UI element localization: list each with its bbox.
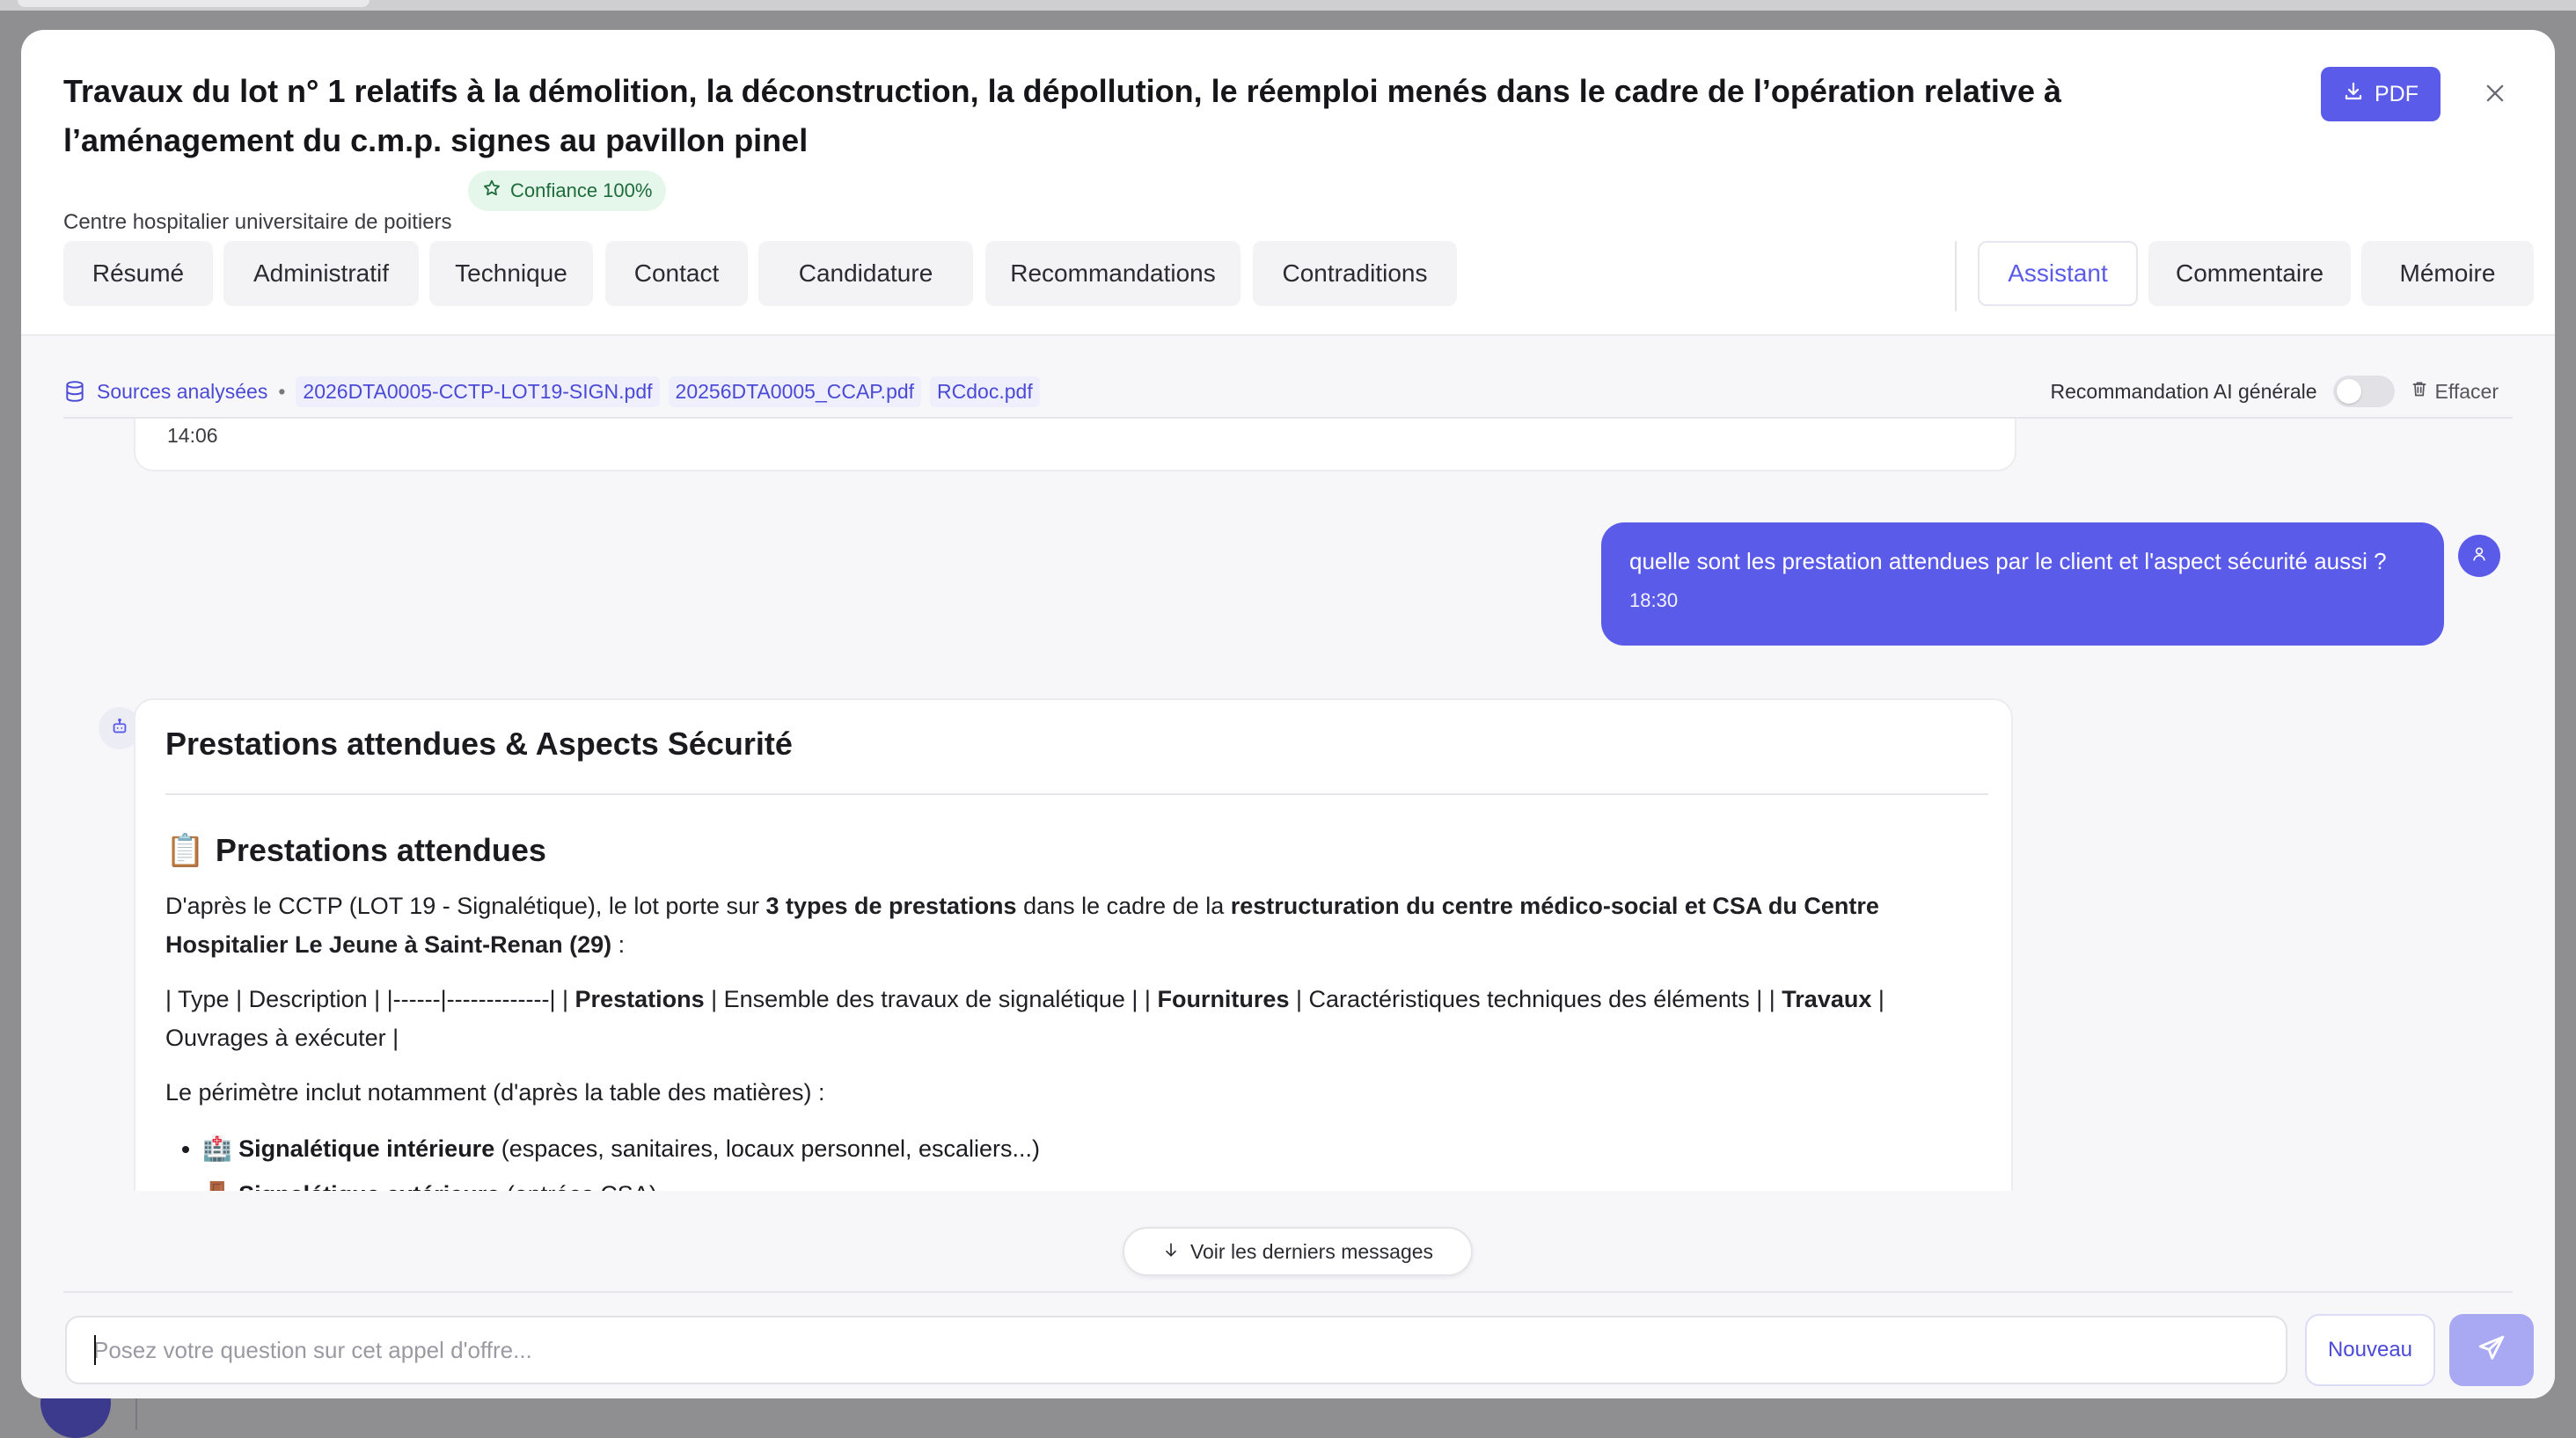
message-timestamp: 14:06 bbox=[167, 424, 218, 447]
user-message-text: quelle sont les prestation attendues par… bbox=[1629, 548, 2387, 574]
source-file-chip[interactable]: 2026DTA0005-CCTP-LOT19-SIGN.pdf bbox=[296, 376, 660, 407]
buyer-name: Centre hospitalier universitaire de poit… bbox=[63, 210, 452, 234]
answer-bold-text: 3 types de prestations bbox=[765, 893, 1017, 919]
sources-label: Sources analysées bbox=[97, 379, 268, 403]
door-icon: 🚪 bbox=[202, 1181, 232, 1191]
new-conversation-button[interactable]: Nouveau bbox=[2305, 1314, 2435, 1386]
message-timestamp: 18:30 bbox=[1629, 589, 1679, 611]
list-item: 🏥 Signalétique intérieure (espaces, sani… bbox=[202, 1126, 1981, 1172]
clipboard-icon: 📋 bbox=[165, 832, 205, 868]
tab-commentaire[interactable]: Commentaire bbox=[2148, 241, 2351, 306]
clear-chat-label: Effacer bbox=[2434, 379, 2499, 403]
background-tab bbox=[18, 0, 370, 7]
tab-technique[interactable]: Technique bbox=[429, 241, 593, 306]
recommendation-toggle-label: Recommandation AI générale bbox=[2050, 379, 2317, 403]
composer-divider bbox=[63, 1291, 2513, 1293]
trash-icon bbox=[2411, 379, 2428, 404]
source-file-chip[interactable]: RCdoc.pdf bbox=[930, 376, 1040, 407]
pdf-button-label: PDF bbox=[2375, 81, 2419, 106]
send-icon bbox=[2477, 1333, 2506, 1368]
sources-bar: Sources analysées • 2026DTA0005-CCTP-LOT… bbox=[63, 368, 2513, 415]
answer-bold-text: Fournitures bbox=[1157, 986, 1290, 1012]
answer-text: (entrées CSA) bbox=[500, 1181, 657, 1191]
confidence-label: Confiance 100% bbox=[510, 179, 653, 201]
tab-candidature[interactable]: Candidature bbox=[758, 241, 973, 306]
sources-actions: Recommandation AI générale Effacer bbox=[2051, 368, 2499, 415]
user-icon bbox=[2470, 545, 2488, 567]
answer-bold-text: Signalétique intérieure bbox=[238, 1135, 495, 1162]
answer-text: | Caractéristiques techniques des élémen… bbox=[1289, 986, 1782, 1012]
answer-scope-paragraph: Le périmètre inclut notamment (d'après l… bbox=[165, 1079, 825, 1106]
answer-subheading: 📋 Prestations attendues bbox=[165, 830, 1981, 871]
close-icon bbox=[2483, 81, 2507, 110]
tab-administratif[interactable]: Administratif bbox=[223, 241, 419, 306]
answer-text: | Ensemble des travaux de signalétique |… bbox=[704, 986, 1158, 1012]
tender-title: Travaux du lot n° 1 relatifs à la démoli… bbox=[63, 73, 2061, 158]
tab-group-divider bbox=[1955, 241, 1957, 311]
answer-bold-text: Signalétique extérieure bbox=[238, 1181, 500, 1191]
arrow-down-icon bbox=[1162, 1240, 1180, 1264]
answer-text: : bbox=[611, 931, 626, 958]
send-button[interactable] bbox=[2449, 1314, 2534, 1386]
list-item: 🚪 Signalétique extérieure (entrées CSA) bbox=[202, 1172, 1981, 1191]
answer-scope-list: 🏥 Signalétique intérieure (espaces, sani… bbox=[165, 1126, 1981, 1191]
tender-detail-modal: Travaux du lot n° 1 relatifs à la démoli… bbox=[21, 30, 2555, 1398]
answer-bold-text: Travaux bbox=[1782, 986, 1872, 1012]
tab-assistant[interactable]: Assistant bbox=[1978, 241, 2138, 306]
source-file-chip[interactable]: 20256DTA0005_CCAP.pdf bbox=[668, 376, 922, 407]
confidence-badge: Confiance 100% bbox=[468, 171, 667, 211]
answer-subheading-text: Prestations attendues bbox=[215, 832, 546, 868]
answer-divider bbox=[165, 793, 1988, 795]
hospital-icon: 🏥 bbox=[202, 1135, 232, 1162]
bot-icon bbox=[110, 717, 129, 741]
recommendation-toggle[interactable] bbox=[2332, 376, 2395, 407]
scroll-to-latest-label: Voir les derniers messages bbox=[1189, 1239, 1434, 1263]
tab-memoire[interactable]: Mémoire bbox=[2361, 241, 2534, 306]
previous-assistant-message: 14:06 bbox=[134, 419, 2016, 471]
clear-chat-button[interactable]: Effacer bbox=[2411, 379, 2499, 404]
pdf-export-button[interactable]: PDF bbox=[2321, 67, 2441, 121]
assistant-chat-panel: Sources analysées • 2026DTA0005-CCTP-LOT… bbox=[21, 336, 2555, 1398]
answer-text: (espaces, sanitaires, locaux personnel, … bbox=[494, 1135, 1041, 1162]
database-icon bbox=[63, 380, 86, 403]
text-cursor bbox=[94, 1335, 96, 1365]
answer-intro-paragraph: D'après le CCTP (LOT 19 - Signalétique),… bbox=[165, 887, 1981, 964]
sources-separator: • bbox=[278, 379, 286, 403]
answer-text: D'après le CCTP (LOT 19 - Signalétique),… bbox=[165, 893, 766, 919]
assistant-message: Prestations attendues & Aspects Sécurité… bbox=[134, 698, 2013, 1191]
tab-contact[interactable]: Contact bbox=[605, 241, 748, 306]
answer-text: | Type | Description | |------|---------… bbox=[165, 986, 575, 1012]
tab-recommandations[interactable]: Recommandations bbox=[985, 241, 1240, 306]
answer-heading: Prestations attendues & Aspects Sécurité bbox=[165, 726, 793, 762]
download-icon bbox=[2343, 81, 2364, 108]
answer-table-paragraph: | Type | Description | |------|---------… bbox=[165, 980, 1981, 1057]
star-icon bbox=[482, 179, 501, 203]
toggle-knob bbox=[2336, 379, 2361, 404]
tab-contraditions[interactable]: Contraditions bbox=[1253, 241, 1457, 306]
user-message: quelle sont les prestation attendues par… bbox=[1601, 522, 2444, 646]
tab-resume[interactable]: Résumé bbox=[63, 241, 213, 306]
close-modal-button[interactable] bbox=[2474, 74, 2516, 116]
user-avatar bbox=[2458, 535, 2500, 577]
background-window-bar bbox=[0, 0, 2576, 11]
question-input[interactable] bbox=[65, 1316, 2287, 1384]
scroll-to-latest-button[interactable]: Voir les derniers messages bbox=[1123, 1227, 1473, 1276]
answer-text: dans le cadre de la bbox=[1016, 893, 1231, 919]
answer-bold-text: Prestations bbox=[574, 986, 705, 1012]
